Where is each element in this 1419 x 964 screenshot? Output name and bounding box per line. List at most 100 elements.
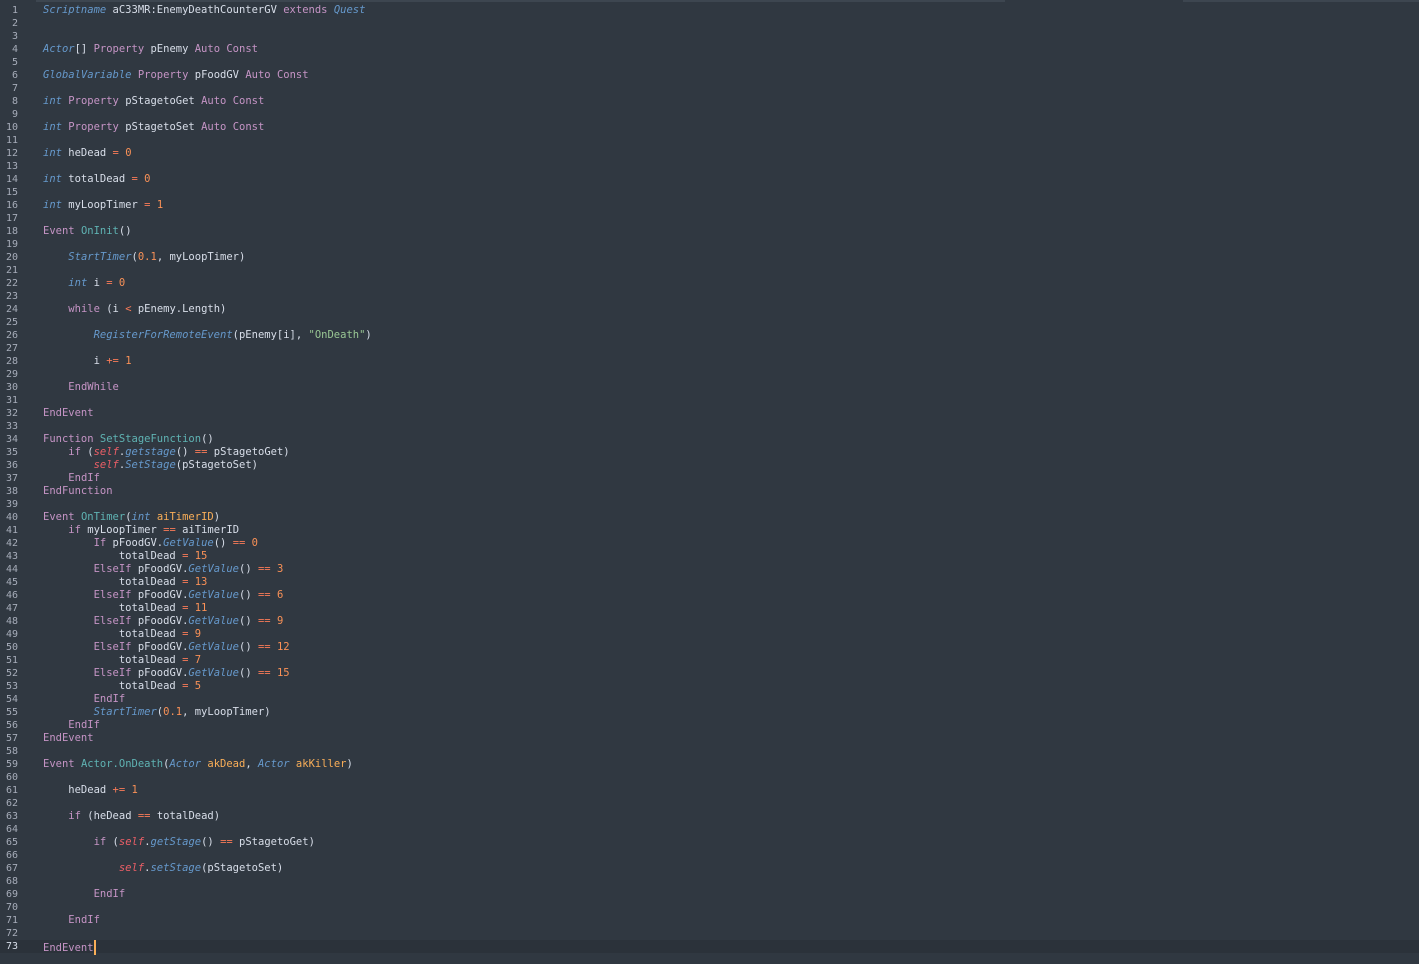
code-line[interactable]: 24 while (i < pEnemy.Length)	[0, 303, 1419, 316]
code-line[interactable]: 32 EndEvent	[0, 407, 1419, 420]
code-line[interactable]: 21	[0, 264, 1419, 277]
code-line[interactable]: 16 int myLoopTimer = 1	[0, 199, 1419, 212]
code-text[interactable]: totalDead = 13	[43, 576, 208, 589]
code-text[interactable]: Event OnInit()	[43, 225, 132, 238]
code-line[interactable]: 69 EndIf	[0, 888, 1419, 901]
code-line[interactable]: 11	[0, 134, 1419, 147]
code-line[interactable]: 2	[0, 17, 1419, 30]
code-line[interactable]: 72	[0, 927, 1419, 940]
code-line[interactable]: 67 self.setStage(pStagetoSet)	[0, 862, 1419, 875]
code-text[interactable]: EndIf	[43, 914, 100, 927]
code-text[interactable]: Scriptname aC33MR:EnemyDeathCounterGV ex…	[43, 4, 365, 17]
code-line[interactable]: 29	[0, 368, 1419, 381]
code-text[interactable]: RegisterForRemoteEvent(pEnemy[i], "OnDea…	[43, 329, 372, 342]
code-text[interactable]: StartTimer(0.1, myLoopTimer)	[43, 251, 245, 264]
code-text[interactable]: GlobalVariable Property pFoodGV Auto Con…	[43, 69, 309, 82]
code-line[interactable]: 61 heDead += 1	[0, 784, 1419, 797]
code-line[interactable]: 45 totalDead = 13	[0, 576, 1419, 589]
code-text[interactable]: EndFunction	[43, 485, 113, 498]
code-line[interactable]: 22 int i = 0	[0, 277, 1419, 290]
code-line[interactable]: 63 if (heDead == totalDead)	[0, 810, 1419, 823]
code-text[interactable]: EndEvent	[43, 732, 94, 745]
code-text[interactable]: ElseIf pFoodGV.GetValue() == 15	[43, 667, 290, 680]
code-text[interactable]: totalDead = 15	[43, 550, 208, 563]
code-text[interactable]: if (self.getstage() == pStagetoGet)	[43, 446, 289, 459]
code-line[interactable]: 54 EndIf	[0, 693, 1419, 706]
code-text[interactable]: totalDead = 7	[43, 654, 201, 667]
code-line[interactable]: 73 EndEvent	[0, 940, 1419, 955]
code-line[interactable]: 19	[0, 238, 1419, 251]
code-line[interactable]: 41 if myLoopTimer == aiTimerID	[0, 524, 1419, 537]
code-text[interactable]: ElseIf pFoodGV.GetValue() == 12	[43, 641, 290, 654]
code-line[interactable]: 36 self.SetStage(pStagetoSet)	[0, 459, 1419, 472]
code-line[interactable]: 15	[0, 186, 1419, 199]
code-line[interactable]: 3	[0, 30, 1419, 43]
code-line[interactable]: 66	[0, 849, 1419, 862]
code-line[interactable]: 23	[0, 290, 1419, 303]
code-text[interactable]: totalDead = 5	[43, 680, 201, 693]
code-line[interactable]: 1 Scriptname aC33MR:EnemyDeathCounterGV e…	[0, 4, 1419, 17]
code-line[interactable]: 27	[0, 342, 1419, 355]
code-text[interactable]: heDead += 1	[43, 784, 138, 797]
code-line[interactable]: 4 Actor[] Property pEnemy Auto Const	[0, 43, 1419, 56]
code-line[interactable]: 51 totalDead = 7	[0, 654, 1419, 667]
code-line[interactable]: 68	[0, 875, 1419, 888]
code-line[interactable]: 12 int heDead = 0	[0, 147, 1419, 160]
code-line[interactable]: 50 ElseIf pFoodGV.GetValue() == 12	[0, 641, 1419, 654]
code-text[interactable]: ElseIf pFoodGV.GetValue() == 3	[43, 563, 284, 576]
code-line[interactable]: 38 EndFunction	[0, 485, 1419, 498]
code-text[interactable]: ElseIf pFoodGV.GetValue() == 9	[43, 615, 284, 628]
code-line[interactable]: 70	[0, 901, 1419, 914]
code-text[interactable]: self.SetStage(pStagetoSet)	[43, 459, 258, 472]
code-line[interactable]: 42 If pFoodGV.GetValue() == 0	[0, 537, 1419, 550]
code-text[interactable]: int Property pStagetoSet Auto Const	[43, 121, 264, 134]
code-text[interactable]: EndIf	[43, 472, 100, 485]
code-text[interactable]: totalDead = 11	[43, 602, 208, 615]
code-text[interactable]: totalDead = 9	[43, 628, 201, 641]
code-line[interactable]: 5	[0, 56, 1419, 69]
code-line[interactable]: 43 totalDead = 15	[0, 550, 1419, 563]
code-line[interactable]: 44 ElseIf pFoodGV.GetValue() == 3	[0, 563, 1419, 576]
code-text[interactable]: int heDead = 0	[43, 147, 132, 160]
code-text[interactable]: int totalDead = 0	[43, 173, 151, 186]
code-text[interactable]: EndIf	[43, 888, 126, 901]
code-text[interactable]: if (heDead == totalDead)	[43, 810, 220, 823]
code-text[interactable]: Event Actor.OnDeath(Actor akDead, Actor …	[43, 758, 353, 771]
code-text[interactable]: EndIf	[43, 719, 100, 732]
code-line[interactable]: 39	[0, 498, 1419, 511]
code-line[interactable]: 7	[0, 82, 1419, 95]
code-text[interactable]: i += 1	[43, 355, 132, 368]
code-text[interactable]: Function SetStageFunction()	[43, 433, 214, 446]
code-text[interactable]: Actor[] Property pEnemy Auto Const	[43, 43, 258, 56]
code-line[interactable]: 10 int Property pStagetoSet Auto Const	[0, 121, 1419, 134]
code-line[interactable]: 37 EndIf	[0, 472, 1419, 485]
code-line[interactable]: 49 totalDead = 9	[0, 628, 1419, 641]
code-line[interactable]: 28 i += 1	[0, 355, 1419, 368]
code-line[interactable]: 57 EndEvent	[0, 732, 1419, 745]
code-text[interactable]: EndEvent	[43, 407, 94, 420]
code-line[interactable]: 14 int totalDead = 0	[0, 173, 1419, 186]
code-line[interactable]: 71 EndIf	[0, 914, 1419, 927]
tab-bar-segment[interactable]	[0, 0, 1005, 2]
code-text[interactable]: StartTimer(0.1, myLoopTimer)	[43, 706, 271, 719]
code-text[interactable]: ElseIf pFoodGV.GetValue() == 6	[43, 589, 284, 602]
code-line[interactable]: 46 ElseIf pFoodGV.GetValue() == 6	[0, 589, 1419, 602]
code-text[interactable]: if (self.getStage() == pStagetoGet)	[43, 836, 315, 849]
code-line[interactable]: 8 int Property pStagetoGet Auto Const	[0, 95, 1419, 108]
code-line[interactable]: 30 EndWhile	[0, 381, 1419, 394]
code-text[interactable]: EndEvent	[43, 940, 96, 955]
code-editor[interactable]: 1 Scriptname aC33MR:EnemyDeathCounterGV e…	[0, 4, 1419, 955]
code-text[interactable]: if myLoopTimer == aiTimerID	[43, 524, 239, 537]
code-line[interactable]: 64	[0, 823, 1419, 836]
code-text[interactable]: int myLoopTimer = 1	[43, 199, 163, 212]
code-line[interactable]: 65 if (self.getStage() == pStagetoGet)	[0, 836, 1419, 849]
code-text[interactable]: EndWhile	[43, 381, 119, 394]
code-line[interactable]: 56 EndIf	[0, 719, 1419, 732]
code-line[interactable]: 35 if (self.getstage() == pStagetoGet)	[0, 446, 1419, 459]
code-line[interactable]: 40 Event OnTimer(int aiTimerID)	[0, 511, 1419, 524]
code-line[interactable]: 60	[0, 771, 1419, 784]
code-text[interactable]: Event OnTimer(int aiTimerID)	[43, 511, 220, 524]
code-text[interactable]: int i = 0	[43, 277, 125, 290]
code-line[interactable]: 53 totalDead = 5	[0, 680, 1419, 693]
code-line[interactable]: 25	[0, 316, 1419, 329]
